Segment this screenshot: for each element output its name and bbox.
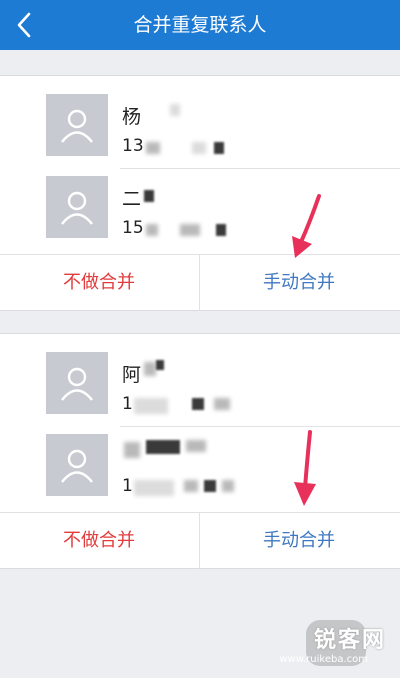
redacted-mark xyxy=(134,398,168,414)
redacted-mark xyxy=(184,480,198,492)
redacted-mark xyxy=(146,440,180,454)
contact-item[interactable]: 1 xyxy=(0,426,400,514)
manual-merge-button[interactable]: 手动合并 xyxy=(199,255,398,311)
person-icon xyxy=(61,449,93,483)
avatar xyxy=(46,94,108,156)
avatar xyxy=(46,434,108,496)
redacted-mark xyxy=(146,224,158,236)
redacted-mark xyxy=(124,442,140,458)
redacted-mark xyxy=(204,480,216,492)
redacted-mark xyxy=(214,142,224,154)
annotation-arrow-icon xyxy=(292,194,321,258)
redacted-mark xyxy=(192,142,206,154)
merge-actions: 不做合并 手动合并 xyxy=(0,512,400,569)
redacted-mark xyxy=(156,360,164,370)
contact-phone: 1 xyxy=(122,476,133,496)
contact-item[interactable]: 二 15 xyxy=(0,168,400,256)
contact-phone: 13 xyxy=(122,136,144,156)
person-icon xyxy=(61,109,93,143)
redacted-mark xyxy=(192,398,204,410)
annotation-arrow-icon xyxy=(294,430,316,506)
contact-item[interactable]: 阿 1 xyxy=(0,344,400,432)
redacted-mark xyxy=(144,190,154,202)
redacted-mark xyxy=(144,362,156,376)
redacted-mark xyxy=(222,480,234,492)
avatar xyxy=(46,176,108,238)
avatar xyxy=(46,352,108,414)
title-bar: 合并重复联系人 xyxy=(0,0,400,50)
watermark-text: 锐客网 xyxy=(313,628,386,653)
redacted-mark xyxy=(186,440,206,452)
person-icon xyxy=(61,191,93,225)
redacted-mark xyxy=(134,480,174,496)
duplicate-group-2: 阿 1 1 不做合并 手动合并 xyxy=(0,333,400,569)
redacted-mark xyxy=(214,398,230,410)
manual-merge-button[interactable]: 手动合并 xyxy=(199,513,398,569)
skip-merge-button[interactable]: 不做合并 xyxy=(0,513,198,569)
contact-name: 二 xyxy=(122,188,142,210)
watermark-logo: 锐客网 www.ruikeba.com xyxy=(266,602,386,672)
contact-item[interactable]: 杨 13 xyxy=(0,86,400,174)
merge-actions: 不做合并 手动合并 xyxy=(0,254,400,311)
redacted-mark xyxy=(216,224,226,236)
redacted-mark xyxy=(146,142,160,154)
watermark-url: www.ruikeba.com xyxy=(279,654,368,665)
duplicate-group-1: 杨 13 二 15 不做合并 手动合并 xyxy=(0,75,400,311)
contact-phone: 15 xyxy=(122,218,144,238)
person-icon xyxy=(61,367,93,401)
skip-merge-button[interactable]: 不做合并 xyxy=(0,255,198,311)
contact-phone: 1 xyxy=(122,394,133,414)
page-title: 合并重复联系人 xyxy=(133,14,267,36)
redacted-mark xyxy=(170,104,180,116)
redacted-mark xyxy=(180,224,200,236)
contact-name: 阿 xyxy=(122,364,142,386)
contact-name: 杨 xyxy=(122,106,142,128)
